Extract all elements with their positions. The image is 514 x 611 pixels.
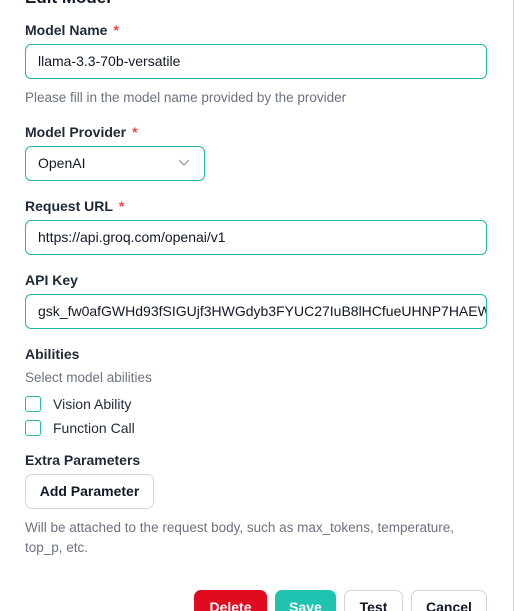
cancel-button[interactable]: Cancel — [411, 590, 487, 611]
test-button[interactable]: Test — [344, 590, 403, 611]
dialog-title: Edit Model — [25, 0, 111, 8]
vision-ability-checkbox[interactable] — [25, 396, 41, 412]
required-mark: * — [118, 198, 125, 214]
save-button[interactable]: Save — [275, 590, 336, 611]
required-mark: * — [113, 22, 119, 38]
model-provider-select[interactable]: OpenAI — [25, 146, 205, 181]
vision-ability-option[interactable]: Vision Ability — [25, 395, 131, 413]
function-call-option[interactable]: Function Call — [25, 419, 135, 437]
model-provider-label-text: Model Provider — [25, 124, 127, 140]
required-mark: * — [132, 124, 138, 140]
model-provider-value: OpenAI — [38, 155, 86, 171]
extra-parameters-label: Extra Parameters — [25, 452, 141, 468]
extra-parameters-help: Will be attached to the request body, su… — [25, 520, 454, 555]
function-call-label: Function Call — [53, 420, 135, 436]
add-parameter-button[interactable]: Add Parameter — [25, 474, 154, 509]
abilities-label: Abilities — [25, 346, 80, 362]
model-provider-label: Model Provider * — [25, 124, 138, 140]
vision-ability-label: Vision Ability — [53, 396, 132, 412]
delete-button[interactable]: Delete — [194, 590, 267, 611]
api-key-input[interactable]: gsk_fw0afGWHd93fSIGUjf3HWGdyb3FYUC27IuB8… — [25, 294, 487, 329]
model-name-help: Please fill in the model name provided b… — [25, 90, 347, 105]
model-name-label: Model Name * — [25, 22, 119, 38]
function-call-checkbox[interactable] — [25, 420, 41, 436]
request-url-label-text: Request URL — [25, 198, 113, 214]
edit-model-dialog: Edit Model Model Name * llama-3.3-70b-ver… — [0, 0, 514, 611]
model-name-label-text: Model Name — [25, 22, 108, 38]
model-name-input[interactable]: llama-3.3-70b-versatile — [25, 44, 487, 79]
request-url-input[interactable]: https://api.groq.com/openai/v1 — [25, 220, 487, 255]
abilities-help: Select model abilities — [25, 370, 152, 385]
api-key-label: API Key — [25, 272, 78, 288]
chevron-down-icon — [178, 159, 190, 166]
request-url-label: Request URL * — [25, 198, 124, 214]
